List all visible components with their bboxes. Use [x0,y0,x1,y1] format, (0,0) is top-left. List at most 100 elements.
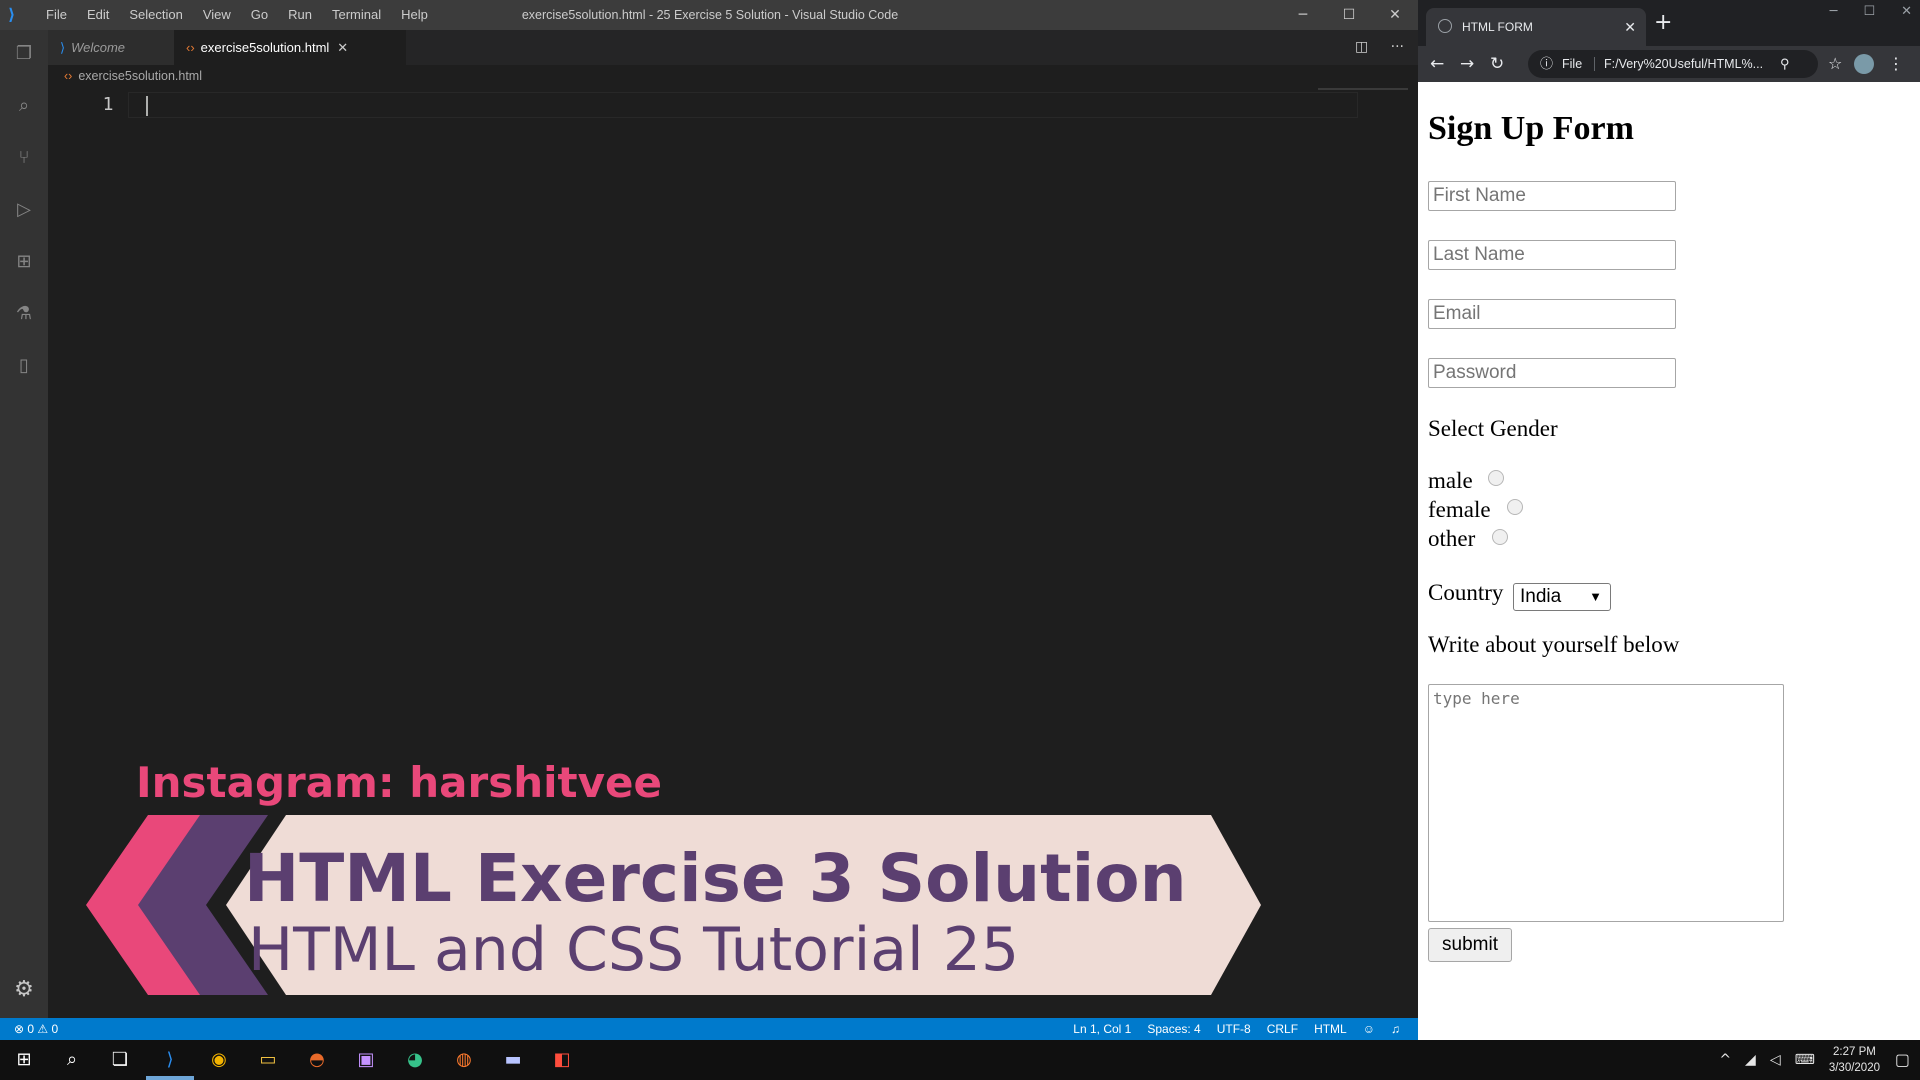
close-tab-icon[interactable]: ✕ [337,30,348,65]
country-select[interactable]: India ▼ [1513,583,1611,611]
menu-file[interactable]: File [36,0,77,30]
first-name-input[interactable] [1428,181,1676,211]
gender-label: Select Gender [1428,416,1558,441]
omnibox-divider [1594,57,1595,71]
close-tab-icon[interactable]: ✕ [1624,8,1636,46]
app-icon-3[interactable]: ◧ [548,1046,576,1074]
back-icon[interactable]: ← [1430,46,1444,82]
site-info-icon[interactable]: ⓘ [1540,50,1553,78]
firefox-icon[interactable]: ◍ [450,1046,478,1074]
remote-explorer-icon[interactable]: ▯ [12,354,36,378]
gender-female-label: female [1428,497,1491,522]
gender-other-radio[interactable] [1492,529,1508,545]
breadcrumb: ‹› exercise5solution.html [64,66,202,86]
cursor-position[interactable]: Ln 1, Col 1 [1073,1018,1131,1040]
menu-selection[interactable]: Selection [119,0,192,30]
browser-menu-icon[interactable]: ⋮ [1888,46,1904,82]
activity-bar: ❐ ⌕ ⑂ ▷ ⊞ ⚗ ▯ [0,30,48,1018]
clock-time: 2:27 PM [1833,1046,1876,1058]
more-actions-icon[interactable]: ··· [1391,39,1404,55]
browser-window-controls: ─ ☐ ✕ [1830,4,1912,19]
browser-tab[interactable]: HTML FORM ✕ [1426,8,1646,46]
feedback-icon[interactable]: ☺ [1363,1018,1375,1040]
premiere-icon[interactable]: ▣ [352,1046,380,1074]
browser-toolbar: ← → ↻ ⓘ File F:/Very%20Useful/HTML%... ⚲… [1418,46,1920,82]
menu-terminal[interactable]: Terminal [322,0,391,30]
close-window-button[interactable]: ✕ [1372,0,1418,30]
chrome-icon[interactable]: ◉ [205,1046,233,1074]
zoom-icon[interactable]: ⚲ [1780,50,1790,78]
forward-icon[interactable]: → [1460,46,1474,82]
maximize-icon[interactable]: ☐ [1863,4,1875,19]
minimize-icon[interactable]: ─ [1830,4,1838,19]
menu-run[interactable]: Run [278,0,322,30]
clock[interactable]: 2:27 PM 3/30/2020 [1829,1044,1880,1076]
clock-date: 3/30/2020 [1828,1062,1880,1074]
menu-view[interactable]: View [193,0,241,30]
tab-exercise5solution[interactable]: ‹› exercise5solution.html ✕ [174,30,406,65]
profile-avatar[interactable] [1854,54,1874,74]
explorer-icon[interactable]: ❐ [12,42,36,66]
banner-subtitle: HTML and CSS Tutorial 25 [248,915,1020,985]
reload-icon[interactable]: ↻ [1490,46,1504,82]
tab-file-label: exercise5solution.html [200,40,330,55]
edge-icon[interactable]: ◕ [401,1046,429,1074]
minimize-button[interactable]: ─ [1280,0,1326,30]
indentation[interactable]: Spaces: 4 [1147,1018,1200,1040]
source-control-icon[interactable]: ⑂ [12,146,36,170]
menu-help[interactable]: Help [391,0,438,30]
dropdown-arrow-icon: ▼ [1589,589,1602,604]
settings-gear-icon[interactable]: ⚙ [12,978,36,1002]
bookmark-star-icon[interactable]: ☆ [1828,46,1842,82]
minimap-slider[interactable] [1318,88,1408,90]
search-icon[interactable]: ⌕ [58,1046,86,1074]
editor-actions: ◫ ··· [1355,30,1404,65]
menu-edit[interactable]: Edit [77,0,119,30]
maximize-button[interactable]: ☐ [1326,0,1372,30]
email-input[interactable] [1428,299,1676,329]
windows-start-icon[interactable]: ⊞ [10,1046,38,1074]
close-icon[interactable]: ✕ [1901,4,1912,19]
menu-bar: File Edit Selection View Go Run Terminal… [36,0,438,30]
gender-female-radio[interactable] [1507,499,1523,515]
html-file-icon: ‹› [64,69,73,83]
gender-male-radio[interactable] [1488,470,1504,486]
editor-tab-bar: ⟩ Welcome ‹› exercise5solution.html ✕ ◫ ··· [48,30,1418,65]
password-input[interactable] [1428,358,1676,388]
web-page: Sign Up Form Select Gender male female o… [1418,82,1920,1040]
line-ending[interactable]: CRLF [1267,1018,1298,1040]
tray-chevron-icon[interactable]: ^ [1719,1052,1731,1068]
about-textarea[interactable] [1428,684,1784,922]
extensions-icon[interactable]: ⊞ [12,250,36,274]
app-icon-2[interactable]: ▬ [499,1046,527,1074]
bell-icon[interactable]: ♫ [1391,1018,1400,1040]
search-icon[interactable]: ⌕ [12,94,36,118]
language-mode[interactable]: HTML [1314,1018,1347,1040]
encoding[interactable]: UTF-8 [1217,1018,1251,1040]
tab-welcome[interactable]: ⟩ Welcome [48,30,174,65]
new-tab-icon[interactable]: + [1654,12,1672,34]
gender-other-label: other [1428,526,1476,551]
submit-button[interactable]: submit [1428,928,1512,962]
country-selected-value: India [1520,586,1562,607]
menu-go[interactable]: Go [241,0,278,30]
vscode-titlebar: ⟩ File Edit Selection View Go Run Termin… [0,0,1418,30]
task-view-icon[interactable]: ❏ [106,1046,134,1074]
file-explorer-icon[interactable]: ▭ [254,1046,282,1074]
form-heading: Sign Up Form [1428,110,1634,147]
last-name-input[interactable] [1428,240,1676,270]
network-icon[interactable]: ◢ [1745,1052,1756,1068]
app-icon[interactable]: ◓ [303,1046,331,1074]
keyboard-icon[interactable]: ⌨ [1795,1052,1815,1068]
vscode-taskbar-icon[interactable]: ⟩ [156,1046,184,1074]
vscode-window: ⟩ File Edit Selection View Go Run Termin… [0,0,1418,1040]
volume-icon[interactable]: ◁ [1770,1052,1781,1068]
status-bar: ⊗ 0 ⚠ 0 Ln 1, Col 1 Spaces: 4 UTF-8 CRLF… [0,1018,1418,1040]
run-debug-icon[interactable]: ▷ [12,198,36,222]
breadcrumb-file[interactable]: exercise5solution.html [78,69,202,83]
problems-indicator[interactable]: ⊗ 0 ⚠ 0 [14,1018,58,1040]
address-bar[interactable]: ⓘ File F:/Very%20Useful/HTML%... ⚲ [1528,50,1818,78]
split-editor-icon[interactable]: ◫ [1355,39,1368,55]
notification-icon[interactable]: ▢ [1895,1050,1910,1069]
testing-icon[interactable]: ⚗ [12,302,36,326]
